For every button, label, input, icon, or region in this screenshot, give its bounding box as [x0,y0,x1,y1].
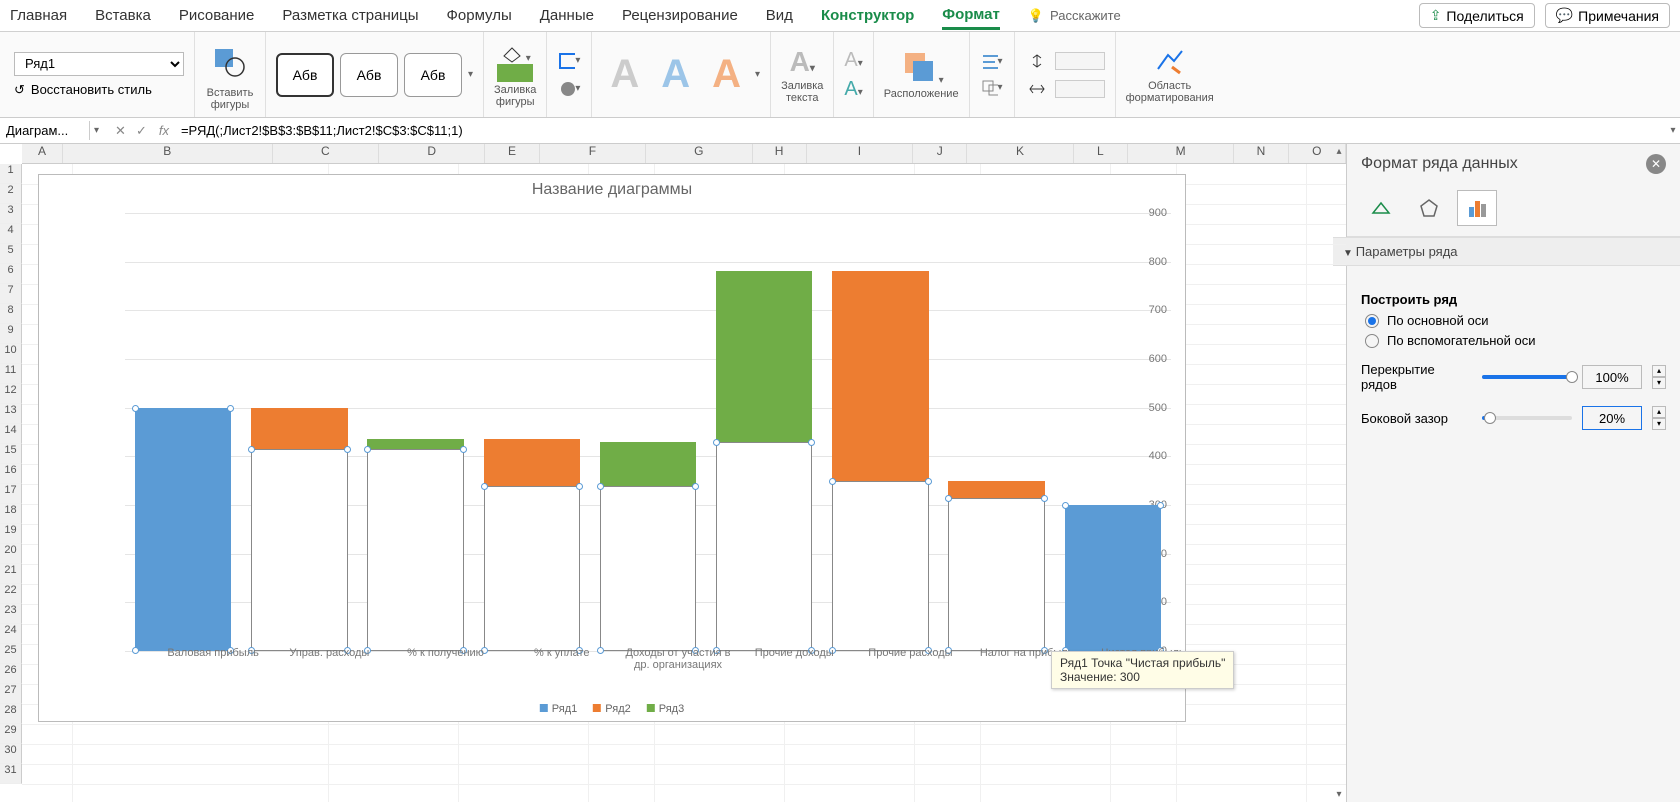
formula-expand[interactable]: ▾ [1666,125,1680,136]
fx-label: fx [159,123,169,138]
name-box[interactable]: Диаграм... [0,121,90,140]
fp-section-header[interactable]: Параметры ряда [1333,237,1680,266]
gap-down[interactable]: ▾ [1652,418,1666,430]
text-fill-label: Заливка текста [781,80,823,104]
format-pane-label: Область форматирования [1126,80,1214,104]
overlap-label: Перекрытие рядов [1361,362,1472,392]
chart-plot-area[interactable]: 0100200300400500600700800900 [95,213,1171,651]
shape-style-more[interactable]: ▾ [468,69,473,80]
tab-formulas[interactable]: Формулы [446,3,511,28]
text-outline-button[interactable]: A▾ [844,49,862,72]
tab-home[interactable]: Главная [10,3,67,28]
cancel-formula-icon[interactable]: ✕ [115,123,126,139]
column-headers: ABCDEFGHIJKLMNO [22,144,1346,164]
gap-value[interactable]: 20% [1582,406,1642,430]
arrange-button[interactable]: ▾ [899,49,944,86]
text-effects-button[interactable]: A▾ [844,78,862,101]
formula-input[interactable] [175,121,1666,140]
gap-up[interactable]: ▴ [1652,406,1666,418]
format-pane-title: Формат ряда данных [1361,155,1518,173]
tab-format[interactable]: Формат [942,2,1000,30]
lightbulb-icon: 💡 [1028,8,1044,24]
fp-tab-fill[interactable] [1361,190,1401,226]
tab-design[interactable]: Конструктор [821,3,914,28]
group-button[interactable]: ▾ [980,77,1004,99]
name-box-dropdown[interactable]: ▾ [90,125,103,136]
overlap-slider[interactable] [1482,375,1572,379]
format-pane-button[interactable] [1152,45,1188,78]
ribbon-toolbar: Ряд1 ↺Восстановить стиль Вставить фигуры… [0,32,1680,118]
overlap-value[interactable]: 100% [1582,365,1642,389]
shape-effects-button[interactable]: ▾ [557,78,581,100]
fp-build-label: Построить ряд [1361,292,1666,307]
shape-style-1[interactable]: Абв [276,53,334,97]
text-fill-button[interactable]: A▾ [790,46,815,78]
shape-style-3[interactable]: Абв [404,53,462,97]
gap-slider[interactable] [1482,416,1572,420]
wordart-style-3[interactable]: A [704,52,749,97]
ribbon-tabs: Главная Вставка Рисование Разметка стран… [0,0,1680,32]
fp-tab-series[interactable] [1457,190,1497,226]
overlap-down[interactable]: ▾ [1652,377,1666,389]
comment-icon: 💬 [1556,7,1573,24]
radio-primary-axis[interactable]: По основной оси [1365,313,1666,328]
shape-outline-button[interactable]: ▾ [557,50,581,72]
fp-tab-effects[interactable] [1409,190,1449,226]
align-button[interactable]: ▾ [980,51,1004,73]
comments-button[interactable]: 💬Примечания [1545,3,1670,28]
tell-me[interactable]: 💡Расскажите [1028,8,1121,24]
worksheet[interactable]: ABCDEFGHIJKLMNO 123456789101112131415161… [0,144,1346,802]
share-button[interactable]: ⇪Поделиться [1419,3,1535,28]
shape-style-2[interactable]: Абв [340,53,398,97]
format-pane: Формат ряда данных ✕ Параметры ряда Пост… [1346,144,1680,802]
scroll-up[interactable]: ▴ [1332,146,1346,157]
paint-bucket-icon [500,42,524,64]
gap-label: Боковой зазор [1361,411,1472,426]
tab-insert[interactable]: Вставка [95,3,151,28]
width-field[interactable] [1025,78,1049,100]
insert-shapes-button[interactable] [205,39,255,85]
radio-secondary-axis[interactable]: По вспомогательной оси [1365,333,1666,348]
reset-icon: ↺ [14,82,25,98]
share-icon: ⇪ [1430,7,1442,24]
chart-object[interactable]: Название диаграммы 010020030040050060070… [38,174,1186,722]
shape-fill-swatch[interactable] [497,64,533,82]
chart-title[interactable]: Название диаграммы [39,175,1185,205]
tab-review[interactable]: Рецензирование [622,3,738,28]
shape-fill-label: Заливка фигуры [494,84,536,108]
row-headers: 1234567891011121314151617181920212223242… [0,164,22,784]
close-pane-button[interactable]: ✕ [1646,154,1666,174]
tab-draw[interactable]: Рисование [179,3,255,28]
scroll-down[interactable]: ▾ [1332,789,1346,800]
restore-style-button[interactable]: ↺Восстановить стиль [14,82,152,98]
tab-data[interactable]: Данные [540,3,594,28]
accept-formula-icon[interactable]: ✓ [136,123,147,139]
formula-bar: Диаграм... ▾ ✕ ✓ fx ▾ [0,118,1680,144]
arrange-label: Расположение [884,88,959,100]
tab-layout[interactable]: Разметка страницы [282,3,418,28]
wordart-style-1[interactable]: A [602,52,647,97]
wordart-style-2[interactable]: A [653,52,698,97]
tab-view[interactable]: Вид [766,3,793,28]
chart-tooltip: Ряд1 Точка "Чистая прибыль" Значение: 30… [1051,651,1234,689]
overlap-up[interactable]: ▴ [1652,365,1666,377]
insert-shapes-label: Вставить фигуры [207,87,254,111]
chart-element-selector[interactable]: Ряд1 [14,52,184,76]
height-field[interactable] [1025,50,1049,72]
wordart-more[interactable]: ▾ [755,69,760,80]
chart-legend[interactable]: Ряд1 Ряд2 Ряд3 [540,703,684,715]
